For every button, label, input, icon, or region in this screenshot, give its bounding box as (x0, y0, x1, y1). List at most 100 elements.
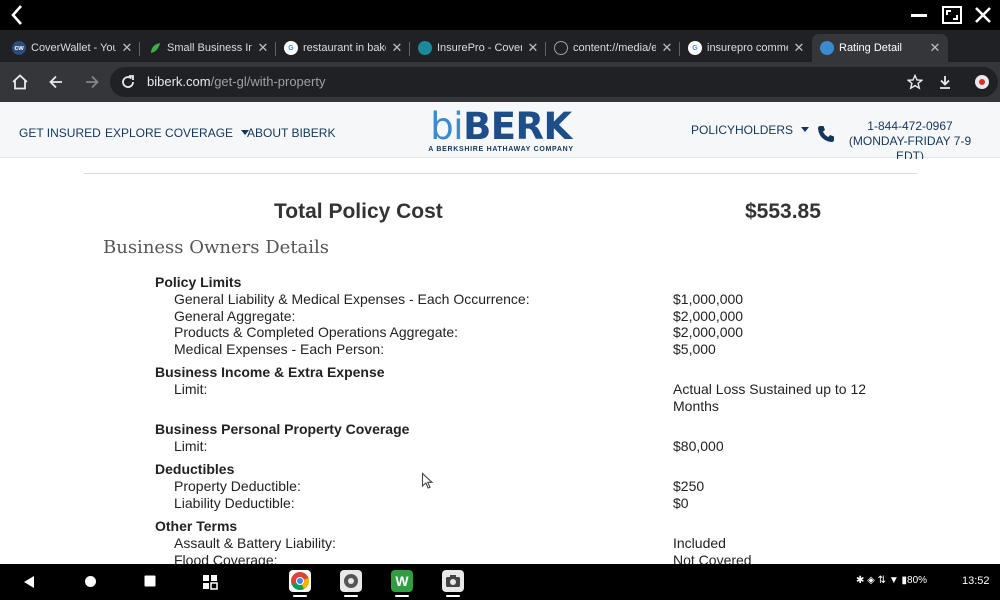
detail-label: Liability Deductible: (174, 495, 295, 511)
nav-home-icon[interactable] (84, 575, 97, 588)
clock: 13:52 (962, 575, 990, 587)
download-icon[interactable] (937, 74, 953, 90)
forward-button[interactable] (80, 70, 104, 94)
maximize-icon[interactable] (941, 4, 963, 26)
url-host: biberk.com (147, 74, 211, 89)
leaf-icon (148, 41, 162, 55)
close-window-icon[interactable] (972, 4, 994, 26)
extension-icon[interactable] (974, 74, 990, 90)
detail-label: General Aggregate: (174, 308, 296, 324)
close-icon[interactable]: ✕ (928, 41, 942, 55)
nav-policyholders[interactable]: POLICYHOLDERS (691, 123, 810, 137)
tab-insurepro[interactable]: InsurePro - Covera ✕ (410, 34, 546, 62)
close-icon[interactable]: ✕ (256, 41, 270, 55)
browser-toolbar: biberk.com/get-gl/with-property (0, 62, 1000, 102)
detail-value: Included (673, 535, 726, 551)
chrome-app-icon[interactable] (289, 570, 311, 592)
url-path: /get-gl/with-property (210, 74, 326, 89)
nav-back-icon[interactable] (22, 575, 36, 589)
nav-policyholders-label: POLICYHOLDERS (691, 123, 794, 137)
close-icon[interactable]: ✕ (526, 41, 540, 55)
detail-label: Assault & Battery Liability: (174, 535, 336, 551)
tab-insurepro-comments[interactable]: G insurepro comme ✕ (680, 34, 812, 62)
home-icon (12, 74, 28, 90)
close-icon[interactable]: ✕ (792, 41, 806, 55)
wifi-icon: ▼ (888, 575, 899, 586)
tab-content-media[interactable]: content://media/e ✕ (546, 34, 680, 62)
group-heading-other-terms: Other Terms (155, 518, 238, 534)
back-arrow-icon[interactable] (6, 2, 28, 28)
logo-wordmark: biBERK (428, 108, 574, 146)
detail-value: Actual Loss Sustained up to 12 Months (673, 381, 866, 414)
tab-small-business[interactable]: Small Business Ins ✕ (140, 34, 276, 62)
detail-value: $2,000,000 (673, 324, 744, 340)
detail-value: $250 (673, 478, 705, 494)
arrow-right-icon (86, 75, 99, 89)
total-policy-cost-label: Total Policy Cost (274, 200, 443, 223)
home-button[interactable] (8, 70, 32, 94)
main-content: Total Policy Cost $553.85 Business Owner… (0, 159, 1000, 564)
data-icon: ⇅ (877, 575, 887, 586)
tab-title: content://media/e (573, 42, 656, 54)
star-icon[interactable] (907, 74, 923, 90)
back-button[interactable] (44, 70, 68, 94)
window-title-bar (0, 0, 1000, 30)
camera-app-icon[interactable] (442, 570, 464, 592)
minimize-icon[interactable] (908, 4, 930, 26)
running-app-indicator (293, 595, 307, 597)
tab-coverwallet[interactable]: cw CoverWallet - Your ✕ (4, 34, 140, 62)
tab-title: Small Business Ins (167, 42, 252, 54)
insurepro-icon (418, 41, 432, 55)
tab-restaurant[interactable]: G restaurant in bake ✕ (276, 34, 410, 62)
close-icon[interactable]: ✕ (660, 41, 674, 55)
running-app-indicator (344, 595, 358, 597)
close-icon[interactable]: ✕ (390, 41, 404, 55)
google-icon: G (688, 41, 702, 55)
detail-value: $1,000,000 (673, 291, 744, 307)
tab-rating-detail[interactable]: Rating Detail ✕ (812, 34, 948, 62)
w-app-icon[interactable]: W (391, 570, 413, 592)
reload-icon[interactable] (120, 74, 136, 90)
system-navigation-bar: W ✱ ◈ ⇅ ▼ ▮80% 13:52 (0, 564, 1000, 600)
coverwallet-icon: cw (12, 41, 26, 55)
url-text: biberk.com/get-gl/with-property (147, 74, 325, 89)
arrow-left-icon (49, 75, 62, 89)
divider (84, 173, 917, 174)
clipped-heading-fragment (396, 159, 628, 160)
address-bar[interactable]: biberk.com/get-gl/with-property (110, 67, 998, 97)
tab-title: insurepro comme (707, 42, 788, 54)
mouse-pointer-icon (421, 472, 434, 489)
bluetooth-icon: ✱ (856, 575, 865, 586)
group-heading-policy-limits: Policy Limits (155, 274, 242, 290)
nav-about-biberk[interactable]: ABOUT BIBERK (247, 126, 335, 140)
tab-title: restaurant in bake (303, 42, 386, 54)
app-drawer-icon[interactable] (202, 574, 218, 590)
logo-tagline: A BERKSHIRE HATHAWAY COMPANY (428, 146, 574, 153)
running-app-indicator (446, 595, 460, 597)
settings-app-icon[interactable] (340, 570, 362, 592)
detail-value-line: Actual Loss Sustained up to 12 (673, 381, 867, 397)
logo-berk: BERK (463, 105, 572, 148)
phone-contact[interactable]: 1-844-472-0967 (MONDAY-FRIDAY 7-9 EDT) (838, 119, 982, 164)
detail-label: General Liability & Medical Expenses - E… (174, 291, 530, 307)
phone-icon (818, 126, 834, 142)
nav-recents-icon[interactable] (144, 575, 156, 587)
detail-value: $0 (673, 495, 689, 511)
nav-get-insured[interactable]: GET INSURED (19, 126, 101, 140)
biberk-logo[interactable]: biBERK A BERKSHIRE HATHAWAY COMPANY (428, 108, 574, 156)
detail-label: Limit: (174, 438, 208, 454)
nav-explore-label: EXPLORE COVERAGE (105, 126, 234, 140)
close-icon[interactable]: ✕ (120, 41, 134, 55)
detail-value: $2,000,000 (673, 308, 744, 324)
detail-label: Products & Completed Operations Aggregat… (174, 324, 459, 340)
group-heading-deductibles: Deductibles (155, 461, 235, 477)
section-title: Business Owners Details (103, 237, 330, 258)
group-heading-personal-property: Business Personal Property Coverage (155, 421, 410, 437)
detail-value: Not Covered (673, 552, 752, 564)
globe-icon (554, 41, 568, 55)
google-icon: G (284, 41, 298, 55)
detail-label: Flood Coverage: (174, 552, 278, 564)
nav-explore-coverage[interactable]: EXPLORE COVERAGE (105, 126, 250, 140)
tab-title: InsurePro - Covera (437, 42, 522, 54)
biberk-icon (820, 41, 834, 55)
